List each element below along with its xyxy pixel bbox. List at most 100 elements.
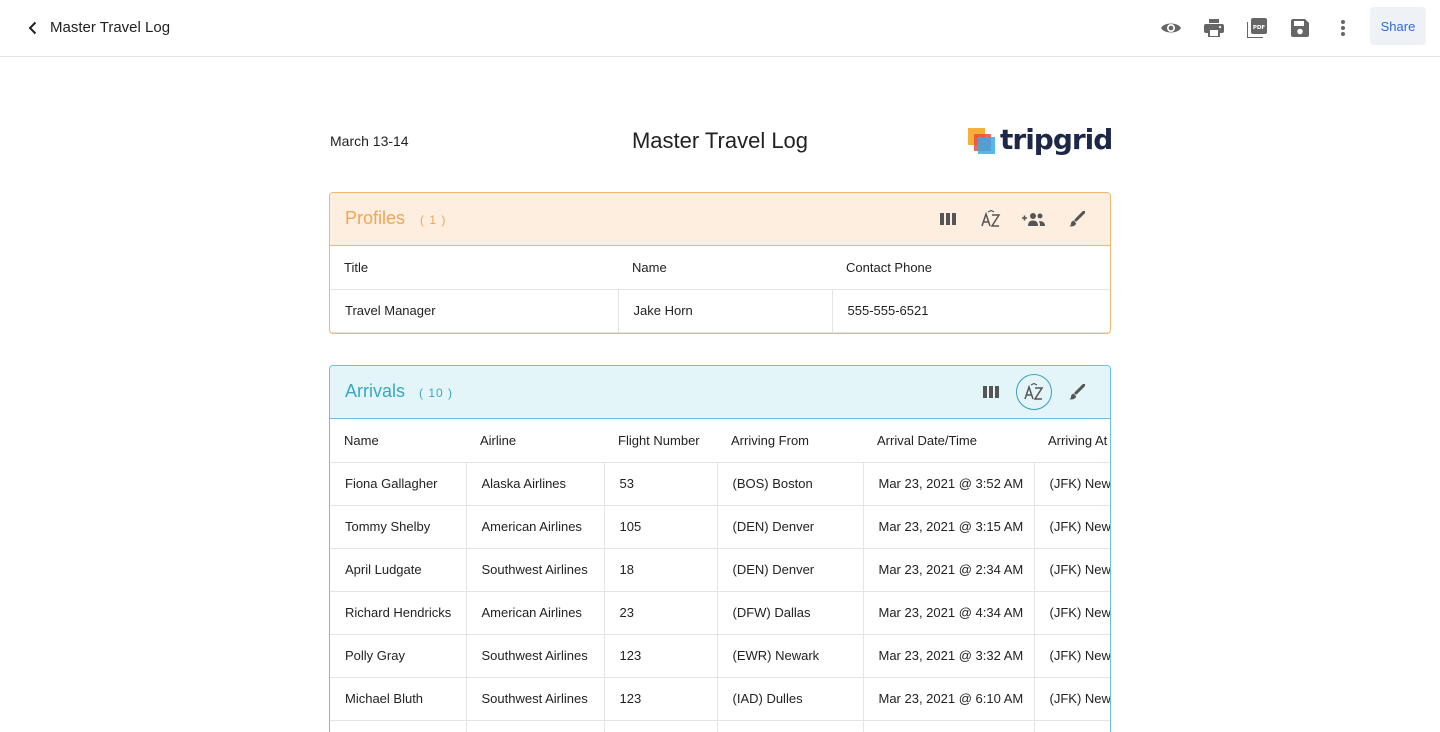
column-header[interactable]: Flight Number (604, 419, 717, 463)
arrivals-header-row: Name Airline Flight Number Arriving From… (330, 419, 1110, 463)
column-header[interactable]: Airline (466, 419, 604, 463)
table-cell: (BOS) Boston (717, 462, 864, 506)
chevron-left-icon (28, 21, 37, 35)
table-cell: Southwest Airlines (466, 634, 605, 678)
table-cell: Richard Hendricks (330, 591, 467, 635)
table-cell: (EWR) Newark (717, 634, 864, 678)
save-button[interactable] (1285, 14, 1315, 42)
sort-az-icon (1024, 383, 1044, 400)
table-cell (604, 720, 718, 732)
table-cell: Tommy Shelby (330, 505, 467, 549)
profiles-sort-button[interactable] (976, 204, 1006, 234)
arrivals-style-button[interactable] (1062, 377, 1092, 407)
table-row[interactable]: Travel Manager Jake Horn 555-555-6521 (330, 289, 1110, 333)
document-title: Master Travel Log (50, 19, 171, 36)
brush-icon (1069, 384, 1085, 400)
column-header[interactable]: Name (330, 419, 466, 463)
table-cell: (JFK) New (1034, 548, 1110, 592)
table-cell: American Airlines (466, 591, 605, 635)
logo-text: tripgrid (1000, 123, 1113, 156)
arrivals-header: Arrivals ( 10 ) (330, 366, 1110, 419)
table-cell: Travel Manager (330, 289, 619, 333)
table-cell: Polly Gray (330, 634, 467, 678)
table-cell: 53 (604, 462, 718, 506)
table-cell: Mar 23, 2021 @ 3:52 AM (863, 462, 1035, 506)
profiles-table: Title Name Contact Phone Travel Manager … (330, 246, 1110, 333)
table-cell: 105 (604, 505, 718, 549)
print-button[interactable] (1199, 14, 1229, 42)
arrivals-title: Arrivals (345, 381, 406, 401)
profiles-count: ( 1 ) (420, 213, 447, 227)
table-cell: Jake Horn (618, 289, 833, 333)
profiles-header-row: Title Name Contact Phone (330, 246, 1110, 290)
print-icon (1204, 19, 1224, 37)
column-header[interactable]: Name (618, 246, 832, 290)
table-row[interactable]: Polly Gray Southwest Airlines 123 (EWR) … (330, 634, 1110, 678)
log-title: Master Travel Log (631, 128, 809, 153)
pdf-button[interactable]: PDF (1242, 14, 1272, 42)
profiles-panel: Profiles ( 1 ) Title Name Contact Phone … (329, 192, 1111, 334)
table-row[interactable]: Michael Bluth Southwest Airlines 123 (IA… (330, 677, 1110, 721)
table-cell: American Airlines (466, 505, 605, 549)
table-cell: 23 (604, 591, 718, 635)
table-row[interactable]: Fiona Gallagher Alaska Airlines 53 (BOS)… (330, 462, 1110, 506)
table-row[interactable]: Richard Hendricks American Airlines 23 (… (330, 591, 1110, 635)
profiles-title: Profiles (345, 208, 406, 228)
preview-icon (1161, 23, 1181, 33)
table-cell: (JFK) New (1034, 677, 1110, 721)
column-header[interactable]: Arriving At (1034, 419, 1110, 463)
arrivals-count: ( 10 ) (419, 386, 454, 400)
share-button[interactable]: Share (1370, 7, 1426, 45)
brush-icon (1069, 211, 1085, 227)
arrivals-sort-button[interactable] (1016, 374, 1052, 410)
table-cell: 555-555-6521 (832, 289, 1110, 333)
table-cell: (JFK) New (1034, 505, 1110, 549)
save-icon (1291, 19, 1309, 37)
table-cell: April Ludgate (330, 548, 467, 592)
table-cell: Mar 23, 2021 @ 2:34 AM (863, 548, 1035, 592)
arrivals-table: Name Airline Flight Number Arriving From… (330, 419, 1110, 732)
preview-button[interactable] (1156, 14, 1186, 42)
table-row[interactable]: Tommy Shelby American Airlines 105 (DEN)… (330, 505, 1110, 549)
svg-text:PDF: PDF (1253, 25, 1266, 31)
profiles-style-button[interactable] (1062, 204, 1092, 234)
table-cell: Mar 23, 2021 @ 3:32 AM (863, 634, 1035, 678)
table-cell: 123 (604, 677, 718, 721)
table-cell: (JFK) New (1034, 591, 1110, 635)
back-button[interactable] (20, 15, 46, 41)
pdf-icon: PDF (1247, 18, 1267, 38)
sort-az-icon (981, 210, 1001, 227)
table-cell (1034, 720, 1110, 732)
column-header[interactable]: Arriving From (717, 419, 863, 463)
table-cell: 123 (604, 634, 718, 678)
table-cell: Mar 23, 2021 @ 4:34 AM (863, 591, 1035, 635)
profiles-columns-button[interactable] (933, 204, 963, 234)
table-cell (863, 720, 1035, 732)
table-cell: (JFK) New (1034, 634, 1110, 678)
more-options-button[interactable] (1328, 14, 1358, 42)
table-cell: Mar 23, 2021 @ 3:15 AM (863, 505, 1035, 549)
view-column-icon (983, 386, 999, 398)
table-cell (330, 720, 467, 732)
table-row[interactable] (330, 720, 1110, 732)
arrivals-columns-button[interactable] (976, 377, 1006, 407)
table-cell: Mar 23, 2021 @ 6:10 AM (863, 677, 1035, 721)
arrivals-panel: Arrivals ( 10 ) Name Airline Flight Numb… (329, 365, 1111, 732)
profiles-add-user-button[interactable] (1019, 204, 1049, 234)
table-cell: (DEN) Denver (717, 548, 864, 592)
table-cell: (DFW) Dallas (717, 591, 864, 635)
logo-mark-icon (968, 126, 996, 154)
column-header[interactable]: Title (330, 246, 618, 290)
table-cell: (JFK) New (1034, 462, 1110, 506)
table-cell: Southwest Airlines (466, 677, 605, 721)
profiles-header: Profiles ( 1 ) (330, 193, 1110, 246)
column-header[interactable]: Arrival Date/Time (863, 419, 1034, 463)
table-cell (717, 720, 864, 732)
tripgrid-logo: tripgrid (968, 122, 1113, 158)
group-add-icon (1022, 213, 1045, 226)
table-cell: Michael Bluth (330, 677, 467, 721)
table-row[interactable]: April Ludgate Southwest Airlines 18 (DEN… (330, 548, 1110, 592)
view-column-icon (940, 213, 956, 225)
column-header[interactable]: Contact Phone (832, 246, 1110, 290)
table-cell: Alaska Airlines (466, 462, 605, 506)
